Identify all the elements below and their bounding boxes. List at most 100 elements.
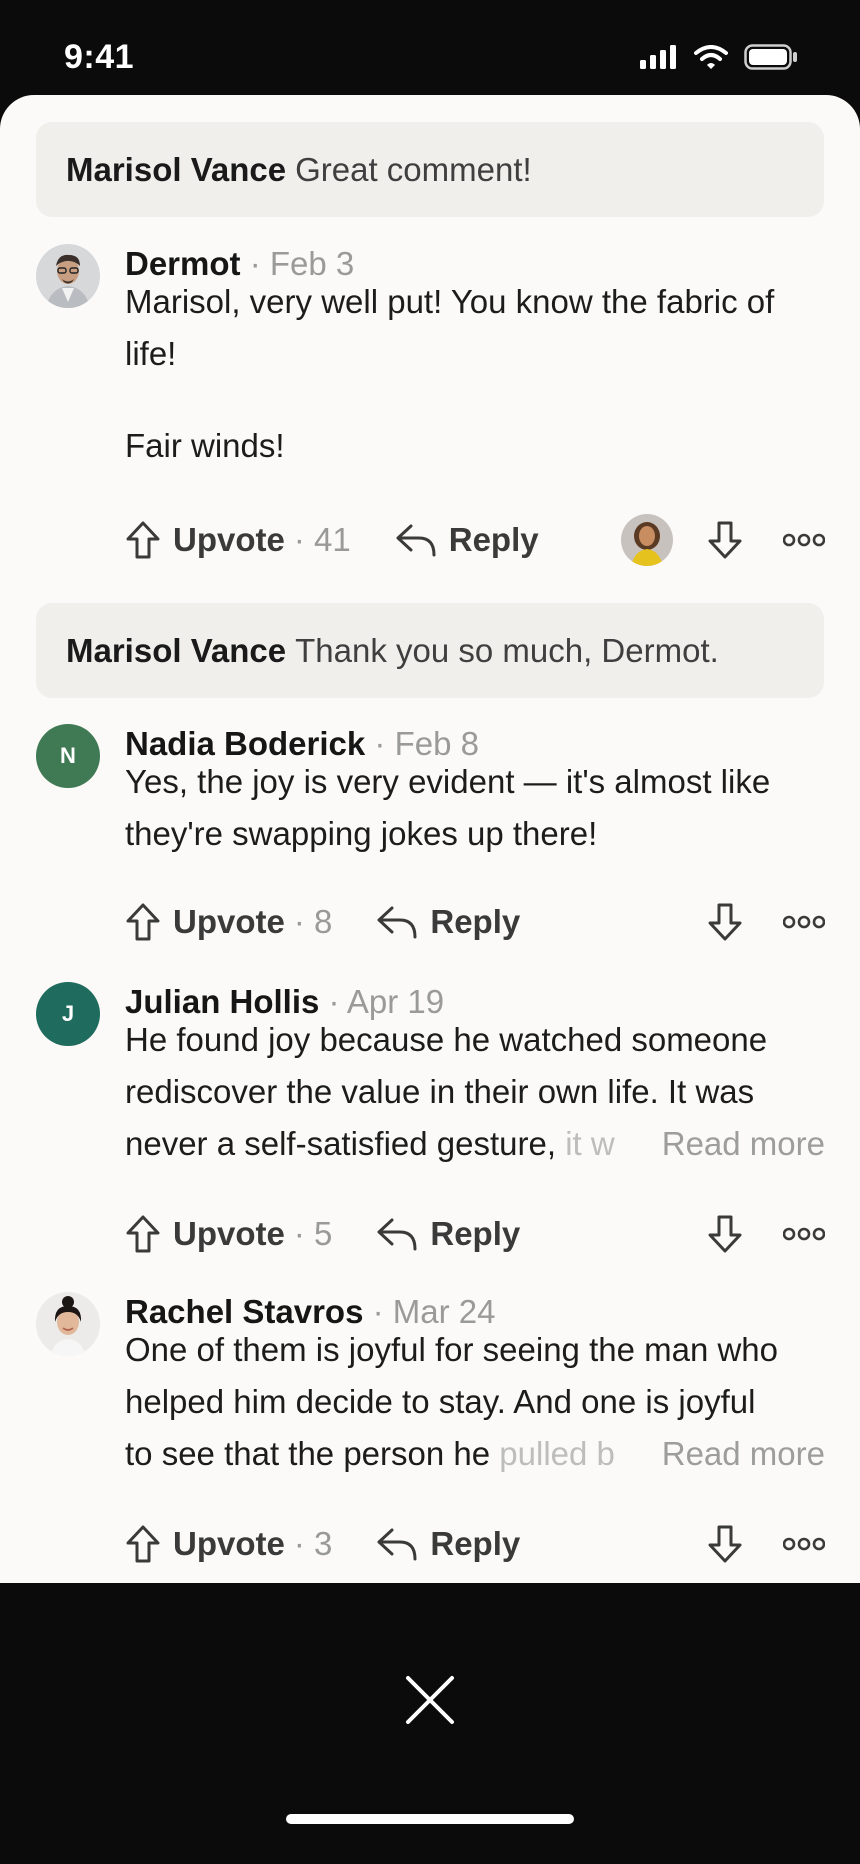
upvote-button[interactable]: Upvote · 41: [125, 520, 351, 560]
comment-actions: Upvote · 8 Reply: [125, 894, 825, 950]
more-options-button[interactable]: [783, 915, 825, 929]
reply-icon: [377, 1528, 417, 1561]
liker-avatar[interactable]: [621, 514, 673, 566]
downvote-arrow-icon: [708, 903, 742, 941]
comment-julian-hollis: J Julian Hollis · Apr 19 He found joy be…: [36, 982, 826, 1262]
reply-icon: [396, 524, 436, 557]
more-options-icon: [783, 533, 825, 547]
comment-body: Yes, the joy is very evident — it's almo…: [125, 756, 825, 860]
comment-line: life!: [125, 335, 177, 372]
upvote-button[interactable]: Upvote · 8: [125, 902, 332, 942]
comment-actions-right: [707, 894, 825, 950]
home-indicator: [286, 1814, 574, 1824]
upvote-arrow-icon: [126, 521, 160, 559]
avatar[interactable]: J: [36, 982, 100, 1046]
comment-actions: Upvote · 3 Reply: [125, 1516, 825, 1572]
comment-line-truncated: to see that the person he pulled b Read …: [125, 1428, 825, 1480]
downvote-button[interactable]: [707, 1524, 743, 1564]
comment-nadia-boderick: N Nadia Boderick · Feb 8 Yes, the joy is…: [36, 724, 826, 952]
status-bar: 9:41: [0, 0, 860, 95]
comment-line: helped him decide to stay. And one is jo…: [125, 1383, 756, 1420]
upvote-arrow-icon: [126, 903, 160, 941]
comment-line: rediscover the value in their own life. …: [125, 1073, 755, 1110]
more-options-icon: [783, 915, 825, 929]
bottom-bar: [0, 1583, 860, 1864]
reply-label: Reply: [430, 1215, 521, 1252]
close-button[interactable]: [400, 1670, 460, 1730]
more-options-button[interactable]: [783, 533, 825, 547]
quote-author: Marisol Vance: [66, 150, 287, 188]
comment-actions-right: [707, 1206, 825, 1262]
more-options-button[interactable]: [783, 1537, 825, 1551]
reply-button[interactable]: Reply: [395, 521, 539, 559]
more-options-icon: [783, 1227, 825, 1241]
upvote-count: 8: [314, 903, 333, 940]
comment-rachel-stavros: Rachel Stavros · Mar 24 One of them is j…: [36, 1292, 826, 1582]
comment-line: Marisol, very well put! You know the fab…: [125, 283, 775, 320]
reply-icon: [377, 906, 417, 939]
upvote-count: 41: [314, 521, 351, 558]
comment-line: Yes, the joy is very evident — it's almo…: [125, 763, 771, 800]
comment-body: Marisol, very well put! You know the fab…: [125, 276, 825, 472]
upvote-button[interactable]: Upvote · 3: [125, 1524, 332, 1564]
comment-actions-right: [707, 1516, 825, 1572]
comment-line: never a self-satisfied gesture,: [125, 1125, 557, 1162]
comment-dermot: Dermot · Feb 3 Marisol, very well put! Y…: [36, 244, 826, 574]
comments-sheet: Marisol Vance Great comment! Dermot · Fe…: [0, 95, 860, 1583]
cellular-signal-icon: [640, 45, 676, 69]
liker-avatar-photo: [621, 514, 673, 566]
downvote-button[interactable]: [707, 520, 743, 560]
avatar-initial: J: [61, 1001, 75, 1026]
upvote-label: Upvote: [173, 521, 285, 558]
comment-line-fade: pulled b: [490, 1435, 615, 1472]
comment-line: He found joy because he watched someone: [125, 1021, 768, 1058]
comment-actions: Upvote · 41 Reply: [125, 512, 825, 568]
comment-actions-right: [621, 512, 825, 568]
quoted-reply[interactable]: Marisol Vance Thank you so much, Dermot.: [36, 603, 824, 698]
comment-line: Fair winds!: [125, 427, 285, 464]
reply-button[interactable]: Reply: [376, 903, 520, 941]
downvote-button[interactable]: [707, 1214, 743, 1254]
reply-button[interactable]: Reply: [376, 1215, 520, 1253]
downvote-arrow-icon: [708, 1215, 742, 1253]
comment-body: One of them is joyful for seeing the man…: [125, 1324, 825, 1480]
upvote-arrow-icon: [126, 1525, 160, 1563]
status-time: 9:41: [64, 38, 135, 76]
comment-line-fade: it w: [556, 1125, 615, 1162]
quote-text: Great comment!: [295, 150, 532, 188]
status-icons: [640, 44, 798, 70]
quote-text: Thank you so much, Dermot.: [295, 631, 719, 669]
upvote-count: 3: [314, 1525, 333, 1562]
reply-label: Reply: [430, 903, 521, 940]
reply-button[interactable]: Reply: [376, 1525, 520, 1563]
close-icon: [406, 1676, 454, 1724]
upvote-count: 5: [314, 1215, 333, 1252]
avatar[interactable]: N: [36, 724, 100, 788]
avatar[interactable]: [36, 1292, 100, 1356]
avatar-initial: N: [60, 743, 76, 768]
reply-label: Reply: [448, 521, 539, 558]
upvote-arrow-icon: [126, 1215, 160, 1253]
downvote-arrow-icon: [708, 1525, 742, 1563]
comment-line: they're swapping jokes up there!: [125, 815, 598, 852]
comment-line-truncated: never a self-satisfied gesture, it w Rea…: [125, 1118, 825, 1170]
read-more-link[interactable]: Read more: [631, 1118, 825, 1170]
downvote-arrow-icon: [708, 521, 742, 559]
read-more-link[interactable]: Read more: [631, 1428, 825, 1480]
upvote-label: Upvote: [173, 903, 285, 940]
avatar-photo: [36, 1292, 100, 1356]
more-options-button[interactable]: [783, 1227, 825, 1241]
avatar[interactable]: [36, 244, 100, 308]
comment-actions: Upvote · 5 Reply: [125, 1206, 825, 1262]
wifi-icon: [694, 45, 728, 69]
reply-icon: [377, 1218, 417, 1251]
reply-label: Reply: [430, 1525, 521, 1562]
upvote-label: Upvote: [173, 1215, 285, 1252]
upvote-label: Upvote: [173, 1525, 285, 1562]
comment-body: He found joy because he watched someone …: [125, 1014, 825, 1170]
quote-author: Marisol Vance: [66, 631, 287, 669]
quoted-reply[interactable]: Marisol Vance Great comment!: [36, 122, 824, 217]
comment-line: to see that the person he: [125, 1435, 491, 1472]
upvote-button[interactable]: Upvote · 5: [125, 1214, 332, 1254]
downvote-button[interactable]: [707, 902, 743, 942]
